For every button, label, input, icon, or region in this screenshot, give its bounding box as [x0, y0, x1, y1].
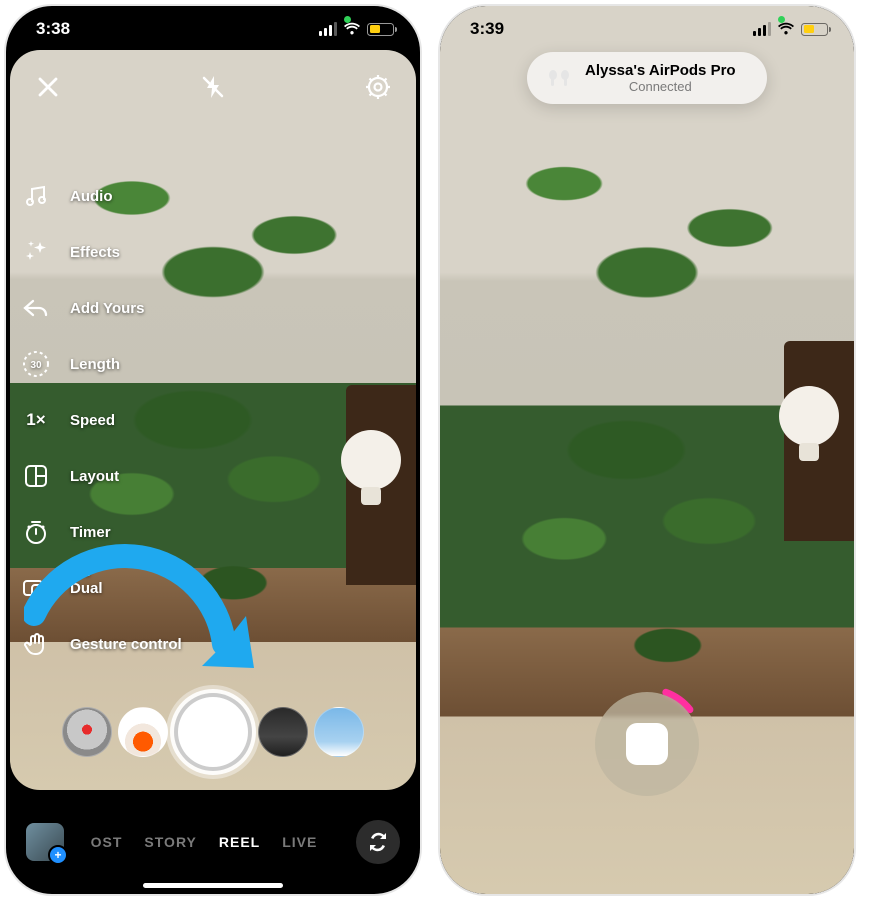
- layout-icon: [20, 460, 52, 492]
- svg-text:30: 30: [30, 360, 42, 371]
- wifi-icon: [343, 22, 361, 36]
- sidebar-item-label: Length: [70, 356, 120, 373]
- sidebar-item-timer[interactable]: Timer: [20, 516, 182, 548]
- settings-gear-icon[interactable]: [360, 69, 396, 105]
- sidebar-item-layout[interactable]: Layout: [20, 460, 182, 492]
- status-icons: [753, 22, 828, 36]
- effect-thumb[interactable]: [62, 707, 112, 757]
- effect-carousel[interactable]: [10, 692, 416, 772]
- sidebar-item-addyours[interactable]: Add Yours: [20, 292, 182, 324]
- status-icons: [319, 22, 394, 36]
- speed-icon: 1×: [20, 404, 52, 436]
- gallery-thumbnail[interactable]: [26, 823, 64, 861]
- hand-icon: [20, 628, 52, 660]
- sidebar-item-label: Speed: [70, 412, 115, 429]
- banner-title: Alyssa's AirPods Pro: [585, 62, 736, 79]
- close-icon[interactable]: [30, 69, 66, 105]
- shutter-button[interactable]: [174, 693, 252, 771]
- mode-post[interactable]: OST: [91, 834, 123, 850]
- battery-icon: [801, 23, 828, 36]
- sidebar-item-label: Add Yours: [70, 300, 144, 317]
- airpods-icon: [545, 68, 573, 88]
- sidebar-item-label: Audio: [70, 188, 113, 205]
- sidebar-item-dual[interactable]: NEW Dual: [20, 572, 182, 604]
- mode-live[interactable]: LIVE: [282, 834, 317, 850]
- phone-right: 3:39 Alyssa's AirPods Pro Connected: [440, 6, 854, 894]
- sidebar-item-label: Layout: [70, 468, 119, 485]
- length-icon: 30: [20, 348, 52, 380]
- sidebar-item-label: Timer: [70, 524, 111, 541]
- home-indicator[interactable]: [143, 883, 283, 888]
- cellular-icon: [319, 22, 337, 36]
- clock: 3:38: [36, 19, 70, 39]
- sidebar-item-effects[interactable]: Effects: [20, 236, 182, 268]
- sidebar-item-length[interactable]: 30 Length: [20, 348, 182, 380]
- sparkle-icon: [20, 236, 52, 268]
- flip-camera-button[interactable]: [356, 820, 400, 864]
- status-bar: 3:39: [440, 6, 854, 50]
- music-icon: [20, 180, 52, 212]
- clock-icon: [20, 516, 52, 548]
- status-bar: 3:38: [6, 6, 420, 50]
- reply-arrow-icon: [20, 292, 52, 324]
- airpods-connected-banner[interactable]: Alyssa's AirPods Pro Connected: [527, 52, 767, 104]
- sidebar-item-gesture[interactable]: Gesture control: [20, 628, 182, 660]
- battery-icon: [367, 23, 394, 36]
- sidebar-item-label: Gesture control: [70, 636, 182, 653]
- recording-control[interactable]: [587, 684, 707, 804]
- effect-thumb[interactable]: [258, 707, 308, 757]
- banner-subtitle: Connected: [585, 79, 736, 94]
- new-badge: NEW: [70, 569, 92, 578]
- sidebar-item-label: Dual: [70, 580, 103, 597]
- clock: 3:39: [470, 19, 504, 39]
- camera-dock: OST STORY REEL LIVE: [6, 790, 420, 894]
- wifi-icon: [777, 22, 795, 36]
- mode-reel[interactable]: REEL: [219, 834, 260, 850]
- dual-camera-icon: [20, 572, 52, 604]
- phone-left: 3:38: [6, 6, 420, 894]
- sidebar-item-audio[interactable]: Audio: [20, 180, 182, 212]
- sidebar-item-label: Effects: [70, 244, 120, 261]
- camera-top-bar: [6, 62, 420, 112]
- sidebar-item-speed[interactable]: 1× Speed: [20, 404, 182, 436]
- mode-story[interactable]: STORY: [144, 834, 196, 850]
- stop-button[interactable]: [626, 723, 668, 765]
- effect-thumb[interactable]: [314, 707, 364, 757]
- cellular-icon: [753, 22, 771, 36]
- flash-off-icon[interactable]: [195, 69, 231, 105]
- camera-mode-selector[interactable]: OST STORY REEL LIVE: [76, 834, 332, 850]
- camera-tool-sidebar: Audio Effects Add Yours 30 Length 1× Spe…: [20, 180, 182, 660]
- effect-thumb[interactable]: [118, 707, 168, 757]
